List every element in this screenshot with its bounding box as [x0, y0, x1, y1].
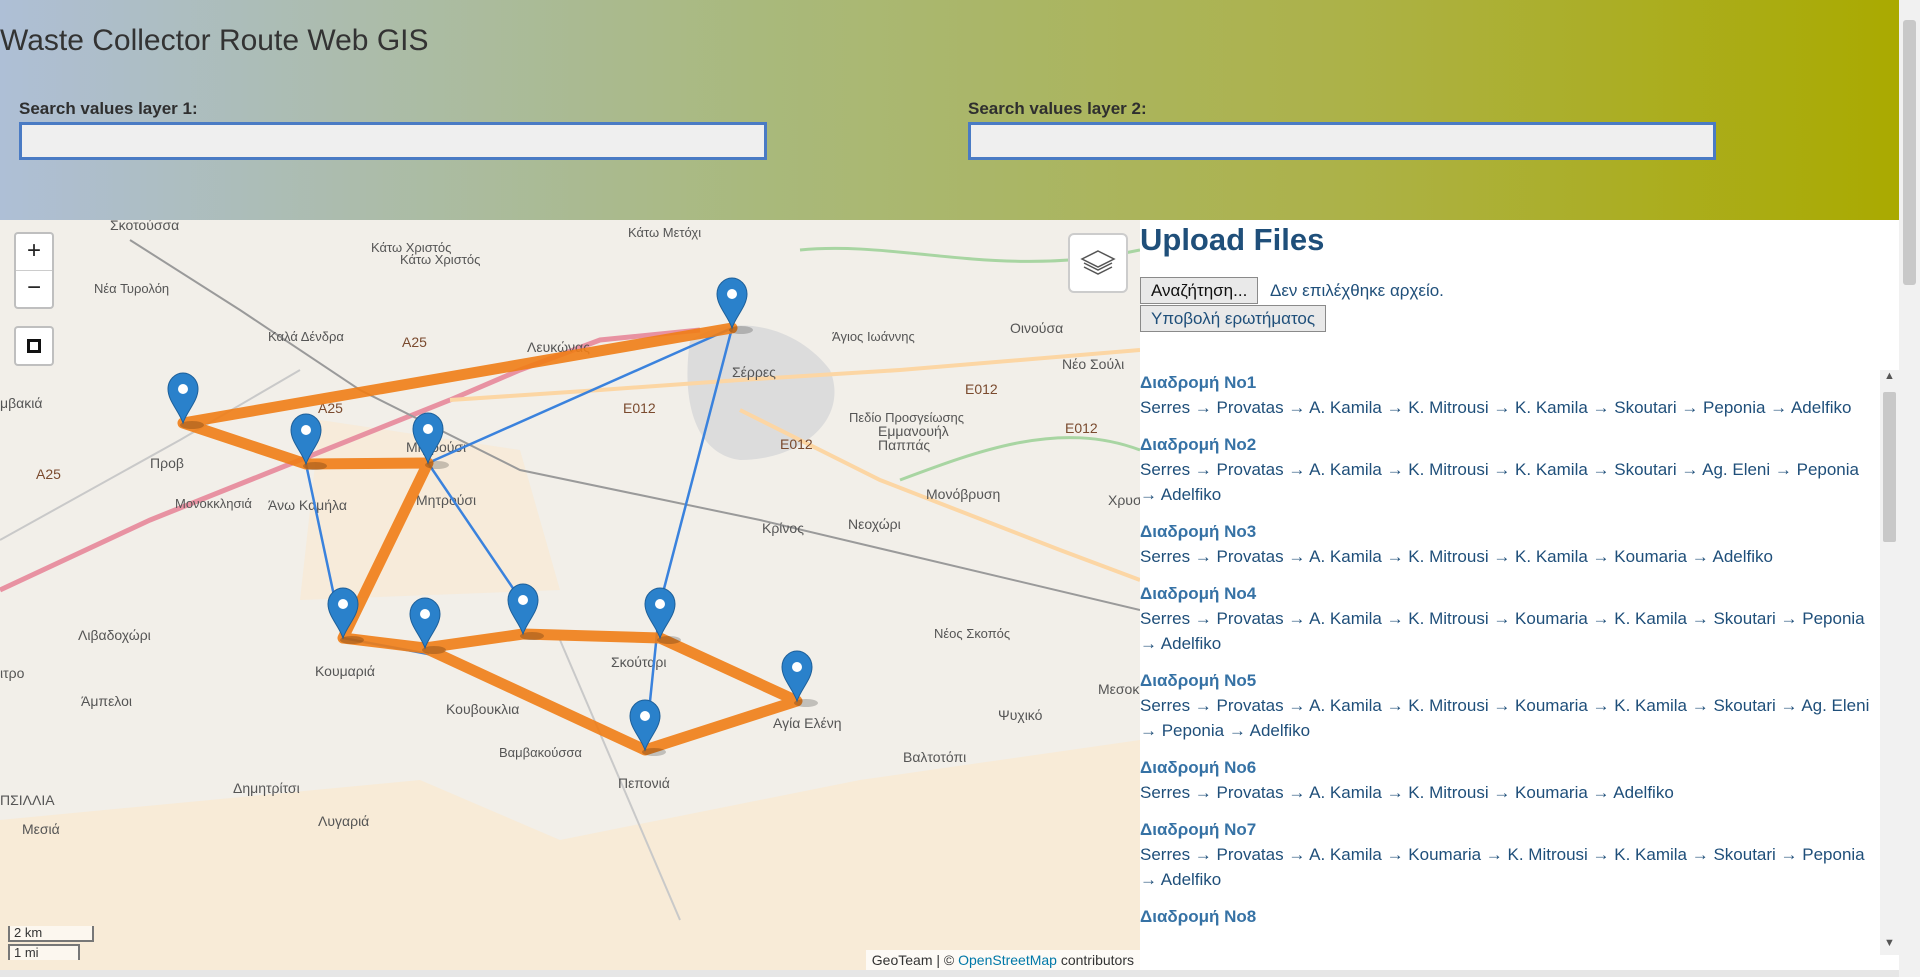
search-layer2-input[interactable]	[968, 122, 1716, 160]
place-label: Κουβουκλια	[446, 701, 519, 717]
route-title[interactable]: Διαδρομή Νο3	[1140, 519, 1880, 544]
route-path: Serres → Provatas → A. Kamila → Koumaria…	[1140, 845, 1865, 889]
route-title[interactable]: Διαδρομή Νο7	[1140, 817, 1880, 842]
place-label: Σκοτούσσα	[110, 220, 179, 233]
browse-file-button[interactable]: Αναζήτηση...	[1140, 277, 1259, 304]
search-layer1-input[interactable]	[19, 122, 767, 160]
place-label: E012	[780, 436, 813, 452]
square-icon	[27, 339, 41, 353]
layers-icon	[1080, 250, 1116, 275]
place-label: Δημητρίτσι	[233, 780, 300, 796]
map-attribution: GeoTeam | © OpenStreetMap contributors	[865, 950, 1140, 970]
submit-query-button[interactable]: Υποβολή ερωτήματος	[1140, 305, 1327, 332]
place-label: Κάτω Χριστός	[400, 252, 480, 267]
route-item[interactable]: Διαδρομή Νο5 Serres → Provatas → A. Kamil…	[1140, 668, 1880, 743]
zoom-control: + −	[14, 232, 54, 309]
attribution-suffix: contributors	[1056, 952, 1134, 968]
place-label: Αγία Ελένη	[773, 715, 842, 731]
place-label: Άμπελοι	[81, 693, 132, 709]
place-label: Λιβαδοχώρι	[78, 627, 151, 643]
place-label: Βαμβακούσσα	[499, 745, 582, 760]
zoom-in-button[interactable]: +	[16, 234, 52, 271]
place-label: Χρυσ	[1108, 492, 1140, 508]
route-title[interactable]: Διαδρομή Νο4	[1140, 581, 1880, 606]
place-label: Άνω Καμήλα	[268, 497, 347, 513]
file-status-text: Δεν επιλέχθηκε αρχείο.	[1270, 281, 1444, 300]
route-list-scroll-thumb[interactable]	[1883, 392, 1896, 542]
place-label: E012	[965, 381, 998, 397]
app-title: Waste Collector Route Web GIS	[0, 24, 429, 57]
place-label: Μονοκκλησιά	[175, 496, 252, 511]
route-item[interactable]: Διαδρομή Νο6 Serres → Provatas → A. Kamil…	[1140, 755, 1880, 805]
place-label: Λυγαριά	[318, 813, 369, 829]
route-path: Serres → Provatas → A. Kamila → K. Mitro…	[1140, 398, 1852, 417]
route-item[interactable]: Διαδρομή Νο2 Serres → Provatas → A. Kamil…	[1140, 432, 1880, 507]
place-label: Μονόβρυση	[926, 486, 1000, 502]
horizontal-scrollbar[interactable]	[0, 970, 1899, 977]
attribution-prefix: GeoTeam | ©	[871, 952, 959, 968]
place-label: Παππάς	[878, 437, 930, 453]
route-path: Serres → Provatas → A. Kamila → K. Mitro…	[1140, 783, 1674, 802]
scroll-up-arrow-icon[interactable]: ▲	[1880, 370, 1899, 388]
place-label: Νέο Σούλι	[1062, 356, 1124, 372]
side-panel: Upload Files Αναζήτηση... Δεν επιλέχθηκε…	[1140, 220, 1899, 970]
draw-rectangle-button[interactable]	[14, 326, 54, 366]
place-label: Νέος Σκοπός	[934, 626, 1010, 641]
place-label: Κουμαριά	[315, 663, 375, 679]
page-scrollbar[interactable]	[1899, 0, 1920, 977]
map-view[interactable]: Σκοτούσσα Κάτω Μετόχι Κάτω Χριστός Κάτω Χρι…	[0, 220, 1140, 970]
place-label: Καλά Δένδρα	[268, 329, 344, 344]
route-item[interactable]: Διαδρομή Νο8	[1140, 904, 1880, 929]
scale-bar-mi: 1 mi	[8, 944, 80, 960]
place-label: ΠΣΙΛΛΙΑ	[0, 792, 55, 808]
route-item[interactable]: Διαδρομή Νο7 Serres → Provatas → A. Kamil…	[1140, 817, 1880, 892]
map-canvas[interactable]: Σκοτούσσα Κάτω ΜετόχιΚάτω ΧριστόςΚάτω Χρι…	[0, 220, 1140, 970]
place-label: Οινούσα	[1010, 320, 1063, 336]
header-banner: Waste Collector Route Web GIS Search val…	[0, 0, 1899, 220]
route-title[interactable]: Διαδρομή Νο8	[1140, 904, 1880, 929]
place-label: Νεοχώρι	[848, 516, 901, 532]
route-list-scrollbar[interactable]: ▲ ▼	[1880, 370, 1899, 955]
route-path: Serres → Provatas → A. Kamila → K. Mitro…	[1140, 696, 1870, 740]
route-title[interactable]: Διαδρομή Νο2	[1140, 432, 1880, 457]
zoom-out-button[interactable]: −	[16, 271, 52, 307]
place-label: Μεσιά	[22, 821, 60, 837]
search-layer2-label: Search values layer 2:	[968, 99, 1147, 118]
scale-bar-km: 2 km	[8, 926, 94, 942]
place-label: Ψυχικό	[998, 707, 1043, 723]
place-label: Κρίνος	[762, 520, 804, 536]
place-label: Σέρρες	[732, 364, 776, 380]
place-label: Άγιος Ιωάννης	[832, 329, 915, 344]
route-path: Serres → Provatas → A. Kamila → K. Mitro…	[1140, 609, 1865, 653]
route-title[interactable]: Διαδρομή Νο1	[1140, 370, 1880, 395]
route-path: Serres → Provatas → A. Kamila → K. Mitro…	[1140, 547, 1773, 566]
place-label: A25	[36, 466, 61, 482]
route-list[interactable]: Διαδρομή Νο1 Serres → Provatas → A. Kamil…	[1140, 370, 1880, 955]
place-label: E012	[623, 400, 656, 416]
place-label: Νέα Τυρολόη	[94, 281, 169, 296]
search-layer1-label: Search values layer 1:	[19, 99, 198, 118]
scroll-down-arrow-icon[interactable]: ▼	[1880, 937, 1899, 955]
route-title[interactable]: Διαδρομή Νο5	[1140, 668, 1880, 693]
place-label: Κάτω Μετόχι	[628, 225, 701, 240]
page-scroll-thumb[interactable]	[1903, 20, 1916, 285]
place-label: Σκούταρι	[611, 654, 666, 670]
place-label: Μεσοκ	[1098, 681, 1140, 697]
place-label: A25	[402, 334, 427, 350]
place-label: Πεπονιά	[618, 775, 670, 791]
place-label: E012	[1065, 420, 1098, 436]
upload-title: Upload Files	[1140, 222, 1325, 257]
place-label: ιτρο	[0, 665, 25, 681]
osm-link[interactable]: OpenStreetMap	[958, 952, 1057, 968]
place-label: μβακιά	[0, 395, 42, 411]
route-item[interactable]: Διαδρομή Νο3 Serres → Provatas → A. Kamil…	[1140, 519, 1880, 569]
layers-button[interactable]	[1068, 233, 1128, 293]
place-label: Μητρούσι	[416, 492, 476, 508]
route-item[interactable]: Διαδρομή Νο4 Serres → Provatas → A. Kamil…	[1140, 581, 1880, 656]
route-item[interactable]: Διαδρομή Νο1 Serres → Provatas → A. Kamil…	[1140, 370, 1880, 420]
route-path: Serres → Provatas → A. Kamila → K. Mitro…	[1140, 460, 1859, 504]
place-label: Προβ	[150, 455, 184, 471]
route-title[interactable]: Διαδρομή Νο6	[1140, 755, 1880, 780]
place-label: Βαλτοτόπι	[903, 749, 966, 765]
